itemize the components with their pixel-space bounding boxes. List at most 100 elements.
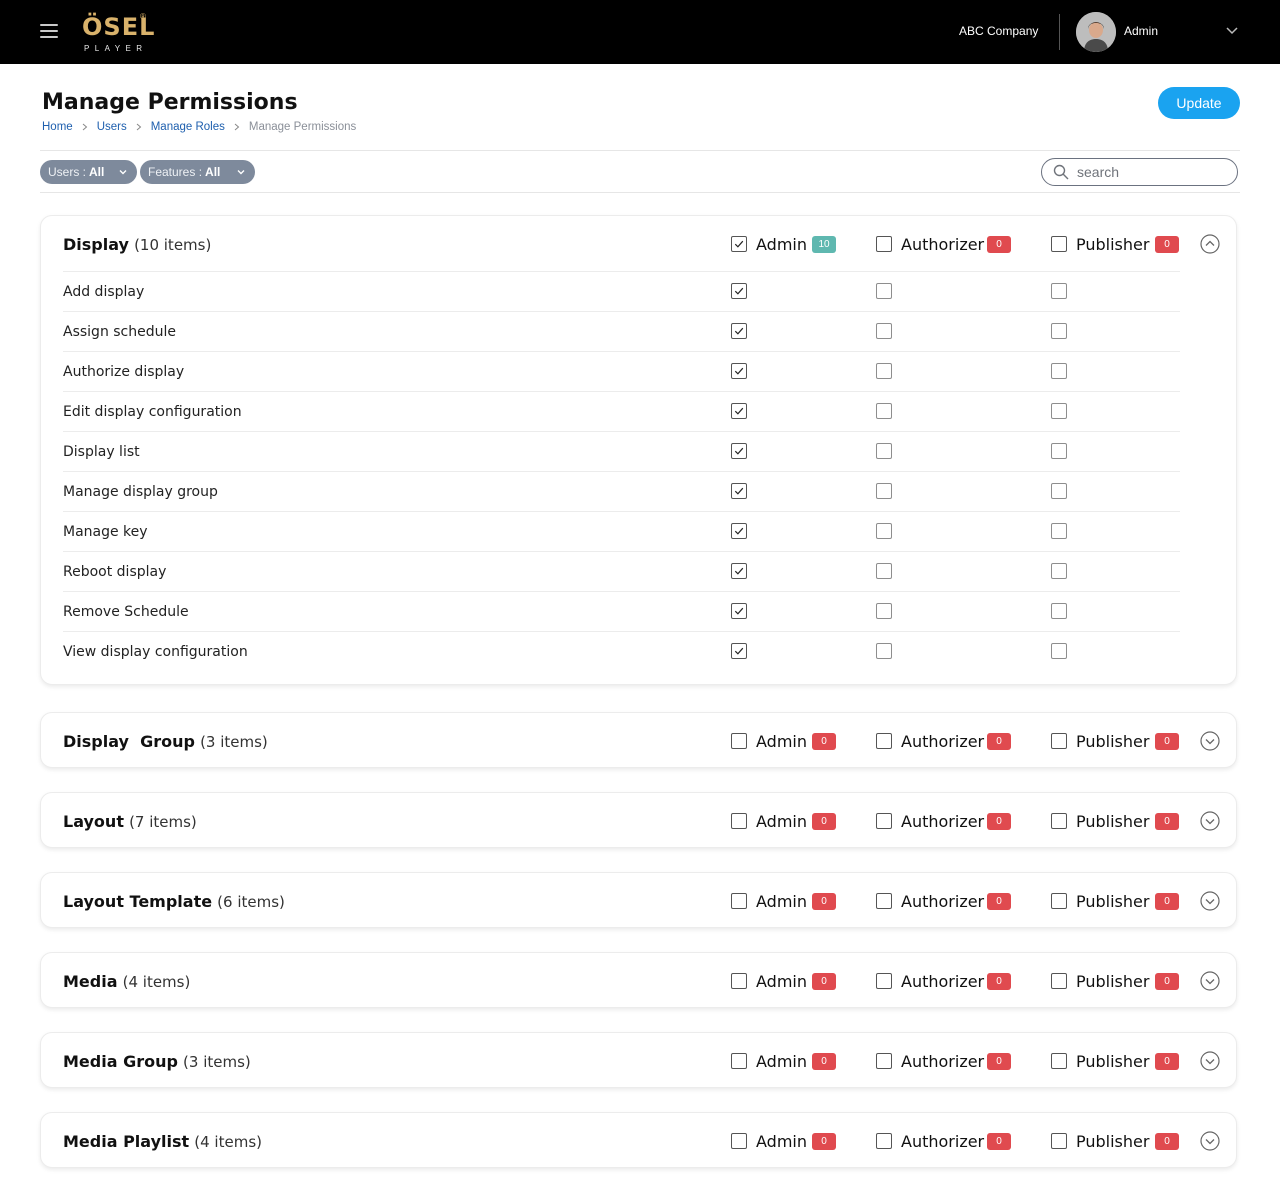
select-all-authorizer-checkbox[interactable]	[876, 1053, 892, 1069]
chevron-down-icon[interactable]	[1224, 22, 1240, 38]
expand-icon[interactable]	[1200, 891, 1220, 911]
select-all-authorizer-checkbox[interactable]	[876, 733, 892, 749]
publisher-permission-checkbox[interactable]	[1051, 323, 1067, 339]
select-all-admin-checkbox[interactable]	[731, 1133, 747, 1149]
admin-permission-checkbox[interactable]	[731, 283, 747, 299]
logo[interactable]: ÖSEL ® PLAYER	[82, 12, 162, 54]
count-badge: 0	[987, 973, 1011, 990]
section-name: Layout	[63, 812, 124, 831]
authorizer-permission-checkbox[interactable]	[876, 483, 892, 499]
top-bar: ÖSEL ® PLAYER ABC Company Admin	[0, 0, 1280, 64]
expand-icon[interactable]	[1200, 1051, 1220, 1071]
avatar[interactable]	[1076, 12, 1116, 52]
authorizer-permission-checkbox[interactable]	[876, 523, 892, 539]
publisher-permission-checkbox[interactable]	[1051, 483, 1067, 499]
select-all-authorizer-checkbox[interactable]	[876, 893, 892, 909]
publisher-permission-checkbox[interactable]	[1051, 283, 1067, 299]
expand-icon[interactable]	[1200, 971, 1220, 991]
update-button[interactable]: Update	[1158, 87, 1240, 119]
features-filter[interactable]: Features : All	[140, 160, 255, 184]
authorizer-permission-checkbox[interactable]	[876, 363, 892, 379]
authorizer-permission-checkbox[interactable]	[876, 643, 892, 659]
publisher-permission-checkbox[interactable]	[1051, 403, 1067, 419]
section-title: Media Group (3 items)	[63, 1052, 251, 1071]
admin-permission-checkbox[interactable]	[731, 523, 747, 539]
authorizer-permission-checkbox[interactable]	[876, 563, 892, 579]
section-header[interactable]: Display Group (3 items) Admin 0 Authorizer 0…	[41, 713, 1236, 769]
count-badge: 10	[812, 236, 836, 253]
users-filter[interactable]: Users : All	[40, 160, 137, 184]
select-all-authorizer-checkbox[interactable]	[876, 236, 892, 252]
collapse-icon[interactable]	[1200, 234, 1220, 254]
check-icon	[734, 647, 744, 655]
select-all-publisher-checkbox[interactable]	[1051, 733, 1067, 749]
section-header[interactable]: Media (4 items) Admin 0 Authorizer 0 Publishe…	[41, 953, 1236, 1009]
select-all-admin-checkbox[interactable]	[731, 236, 747, 252]
expand-icon[interactable]	[1200, 731, 1220, 751]
admin-permission-checkbox[interactable]	[731, 323, 747, 339]
company-name[interactable]: ABC Company	[959, 24, 1038, 38]
select-all-authorizer-checkbox[interactable]	[876, 813, 892, 829]
user-name[interactable]: Admin	[1124, 24, 1158, 38]
select-all-authorizer-checkbox[interactable]	[876, 973, 892, 989]
select-all-publisher-checkbox[interactable]	[1051, 1133, 1067, 1149]
admin-permission-checkbox[interactable]	[731, 563, 747, 579]
authorizer-permission-checkbox[interactable]	[876, 603, 892, 619]
check-icon	[734, 407, 744, 415]
select-all-admin-checkbox[interactable]	[731, 1053, 747, 1069]
publisher-permission-checkbox[interactable]	[1051, 603, 1067, 619]
expand-icon[interactable]	[1200, 1131, 1220, 1151]
publisher-permission-checkbox[interactable]	[1051, 443, 1067, 459]
select-all-admin-checkbox[interactable]	[731, 973, 747, 989]
publisher-permission-checkbox[interactable]	[1051, 643, 1067, 659]
select-all-publisher-checkbox[interactable]	[1051, 813, 1067, 829]
section-title: Layout Template (6 items)	[63, 892, 285, 911]
registered-mark: ®	[140, 12, 146, 21]
breadcrumb-users[interactable]: Users	[97, 121, 127, 133]
publisher-permission-checkbox[interactable]	[1051, 523, 1067, 539]
authorizer-permission-checkbox[interactable]	[876, 323, 892, 339]
expand-icon[interactable]	[1200, 811, 1220, 831]
search-input[interactable]	[1077, 162, 1227, 182]
count-badge: 0	[812, 813, 836, 830]
select-all-authorizer-checkbox[interactable]	[876, 1133, 892, 1149]
count-badge: 0	[987, 893, 1011, 910]
page-title: Manage Permissions	[42, 90, 298, 115]
role-label-authorizer: Authorizer	[901, 892, 985, 911]
admin-permission-checkbox[interactable]	[731, 443, 747, 459]
select-all-publisher-checkbox[interactable]	[1051, 893, 1067, 909]
role-label-publisher: Publisher	[1076, 1052, 1150, 1071]
select-all-publisher-checkbox[interactable]	[1051, 1053, 1067, 1069]
publisher-permission-checkbox[interactable]	[1051, 563, 1067, 579]
select-all-admin-checkbox[interactable]	[731, 893, 747, 909]
admin-permission-checkbox[interactable]	[731, 643, 747, 659]
admin-permission-checkbox[interactable]	[731, 483, 747, 499]
role-label-admin: Admin	[756, 1052, 807, 1071]
authorizer-permission-checkbox[interactable]	[876, 403, 892, 419]
search-box[interactable]	[1041, 158, 1238, 186]
authorizer-permission-checkbox[interactable]	[876, 283, 892, 299]
select-all-publisher-checkbox[interactable]	[1051, 236, 1067, 252]
admin-permission-checkbox[interactable]	[731, 603, 747, 619]
count-badge: 0	[987, 733, 1011, 750]
permission-section: Layout (7 items) Admin 0 Authorizer 0 Publish…	[40, 792, 1237, 848]
section-header[interactable]: Layout (7 items) Admin 0 Authorizer 0 Publish…	[41, 793, 1236, 849]
section-header[interactable]: Media Group (3 items) Admin 0 Authorizer 0 Pu…	[41, 1033, 1236, 1089]
table-row: Assign schedule	[63, 312, 1180, 352]
hamburger-icon[interactable]	[40, 24, 58, 38]
select-all-admin-checkbox[interactable]	[731, 813, 747, 829]
section-header[interactable]: Display (10 items) Admin 10 Authorizer 0 Publ…	[41, 216, 1236, 272]
breadcrumb-home[interactable]: Home	[42, 121, 73, 133]
section-name: Display	[63, 235, 129, 254]
admin-permission-checkbox[interactable]	[731, 363, 747, 379]
permission-label: Manage display group	[63, 484, 218, 500]
select-all-publisher-checkbox[interactable]	[1051, 973, 1067, 989]
authorizer-permission-checkbox[interactable]	[876, 443, 892, 459]
section-header[interactable]: Media Playlist (4 items) Admin 0 Authorizer…	[41, 1113, 1236, 1169]
section-header[interactable]: Layout Template (6 items) Admin 0 Authorize…	[41, 873, 1236, 929]
admin-permission-checkbox[interactable]	[731, 403, 747, 419]
select-all-admin-checkbox[interactable]	[731, 733, 747, 749]
publisher-permission-checkbox[interactable]	[1051, 363, 1067, 379]
breadcrumb-manage-roles[interactable]: Manage Roles	[151, 121, 225, 133]
section-count: (3 items)	[200, 733, 268, 751]
